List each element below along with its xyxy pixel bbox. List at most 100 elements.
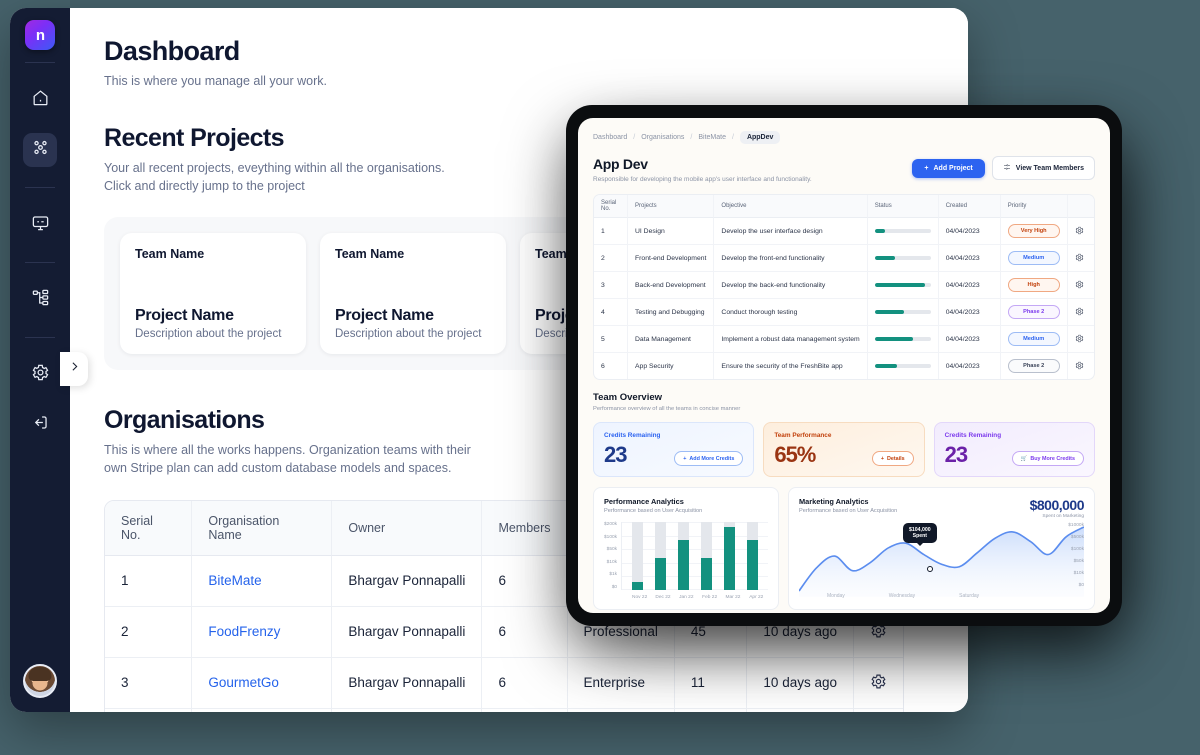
add-project-button[interactable]: + Add Project bbox=[912, 158, 985, 178]
cell-status bbox=[867, 245, 939, 272]
cell-members: 6 bbox=[482, 657, 568, 709]
column-header[interactable]: Created bbox=[938, 195, 1001, 218]
chart-title: Performance Analytics bbox=[604, 497, 684, 506]
table-row[interactable]: 3 GourmetGo Bhargav Ponnapalli 6 Enterpr… bbox=[105, 657, 903, 709]
breadcrumb-current: AppDev bbox=[739, 131, 781, 144]
cell-status bbox=[867, 326, 939, 353]
row-settings-button[interactable] bbox=[1067, 326, 1094, 353]
breadcrumb-item-organisations[interactable]: Organisations bbox=[641, 134, 684, 141]
row-settings-button[interactable] bbox=[1068, 353, 1094, 379]
column-header[interactable]: Serial No. bbox=[594, 195, 628, 218]
view-team-members-button[interactable]: View Team Members bbox=[991, 156, 1095, 180]
column-header[interactable]: Owner bbox=[332, 500, 483, 556]
column-header[interactable]: Projects bbox=[628, 195, 715, 218]
cell-project: Data Management bbox=[628, 326, 715, 353]
column-header[interactable]: Members bbox=[482, 500, 568, 556]
cell-members: 6 bbox=[482, 708, 568, 712]
column-header[interactable]: Status bbox=[867, 195, 939, 218]
add-more-credits-button[interactable]: + Add More Credits bbox=[674, 451, 744, 466]
app-logo[interactable]: n bbox=[25, 20, 55, 50]
cell-created: 04/04/2023 bbox=[939, 353, 1001, 379]
stat-card-value: 23 bbox=[944, 442, 969, 467]
table-row[interactable]: 2 Front-end Development Develop the front-… bbox=[594, 245, 1094, 272]
project-card[interactable]: Team Name Project Name Description about… bbox=[120, 233, 306, 355]
avatar[interactable] bbox=[23, 664, 57, 698]
cell-objective: Ensure the security of the FreshBite app bbox=[714, 353, 868, 379]
status-progress-track bbox=[874, 364, 931, 368]
column-header[interactable]: Objective bbox=[714, 195, 868, 218]
table-row[interactable]: 5 Data Management Implement a robust data … bbox=[594, 326, 1094, 353]
tooltip-label: Spent bbox=[912, 533, 928, 539]
row-settings-button[interactable] bbox=[853, 658, 903, 709]
billing-icon bbox=[31, 213, 50, 237]
org-link[interactable]: BiteMate bbox=[208, 573, 261, 588]
cell-priority: High bbox=[1000, 272, 1068, 299]
cell-project: Testing and Debugging bbox=[628, 299, 715, 326]
cell-owner: Bhargav Ponnapalli bbox=[332, 708, 483, 712]
logout-icon bbox=[31, 413, 50, 437]
cell-owner: Bhargav Ponnapalli bbox=[332, 657, 483, 709]
table-row[interactable]: 4 Testing and Debugging Conduct thorough t… bbox=[594, 299, 1094, 326]
table-row[interactable]: 3 Back-end Development Develop the back-e… bbox=[594, 272, 1094, 299]
table-row[interactable]: 1 UI Design Develop the user interface des… bbox=[594, 218, 1094, 245]
sidebar-item-workflow[interactable] bbox=[23, 283, 57, 317]
gear-icon bbox=[1075, 226, 1084, 237]
chart-subtitle: Performance based on User Acquisition bbox=[604, 508, 703, 514]
row-settings-button[interactable] bbox=[1067, 272, 1094, 299]
chart-title: Marketing Analytics bbox=[799, 497, 869, 506]
screenshot-stage: n Dashboard This is where you manage all… bbox=[0, 0, 1200, 755]
sidebar-divider bbox=[25, 187, 55, 188]
priority-badge: Phase 2 bbox=[1007, 359, 1060, 373]
row-settings-button[interactable] bbox=[1067, 245, 1094, 272]
y-tick: $10k bbox=[1073, 571, 1084, 576]
row-settings-button[interactable] bbox=[854, 709, 903, 713]
y-tick: $50k bbox=[1073, 559, 1084, 564]
cell-members: 6 bbox=[482, 555, 568, 607]
buy-more-credits-button[interactable]: 🛒 Buy More Credits bbox=[1011, 451, 1084, 466]
table-row[interactable]: 6 App Security Ensure the security of the … bbox=[594, 353, 1094, 379]
sidebar-item-organisations[interactable] bbox=[23, 133, 57, 167]
sidebar-collapse-button[interactable] bbox=[60, 352, 88, 386]
status-progress-fill bbox=[874, 337, 913, 341]
page-title: Dashboard bbox=[104, 36, 240, 66]
cell-serial: 1 bbox=[105, 555, 193, 607]
view-team-members-label: View Team Members bbox=[1015, 164, 1084, 172]
sidebar-item-home[interactable] bbox=[23, 83, 57, 117]
org-link[interactable]: GourmetGo bbox=[208, 675, 279, 690]
area-chart-y-axis: $1000k $500k $100k $50k $10k $0 bbox=[1068, 523, 1084, 588]
sidebar-item-logout[interactable] bbox=[23, 408, 57, 442]
chart-marker-dot[interactable] bbox=[927, 566, 933, 572]
row-settings-button[interactable] bbox=[1067, 218, 1094, 245]
project-card[interactable]: Team Name Project Name Description about… bbox=[320, 233, 506, 355]
cell-objective: Develop the back-end functionality bbox=[714, 272, 868, 299]
stat-card-credits-remaining-2: Credits Remaining 23 🛒 Buy More Credits bbox=[933, 422, 1095, 477]
gear-icon bbox=[1075, 334, 1084, 345]
bar-column bbox=[632, 522, 644, 590]
area-chart-plot: $1000k $500k $100k $50k $10k $0 $104,000… bbox=[798, 521, 1085, 597]
cell-credits: 11 bbox=[674, 657, 748, 709]
recent-projects-subtitle: Your all recent projects, eveything with… bbox=[104, 161, 445, 194]
column-header[interactable]: Organisation Name bbox=[192, 500, 333, 556]
cell-credits: 200 bbox=[675, 708, 748, 712]
members-icon bbox=[1003, 163, 1011, 173]
table-row[interactable]: 4 QuickBite Bhargav Ponnapalli 6 Starter… bbox=[105, 708, 903, 713]
cell-status bbox=[868, 353, 939, 379]
details-button[interactable]: + Details bbox=[871, 451, 914, 466]
row-settings-button[interactable] bbox=[1067, 299, 1094, 326]
tablet-header-actions: + Add Project View Team Members bbox=[912, 156, 1095, 180]
status-progress-track bbox=[874, 229, 931, 233]
breadcrumb-item-bitemate[interactable]: BiteMate bbox=[698, 134, 726, 141]
bar bbox=[632, 581, 644, 590]
stat-card-team-performance: Team Performance 65% + Details bbox=[763, 422, 925, 477]
org-link[interactable]: FoodFrenzy bbox=[208, 624, 280, 639]
cell-status bbox=[867, 218, 939, 245]
gear-icon bbox=[1075, 361, 1084, 372]
bar bbox=[678, 540, 690, 590]
sidebar-item-settings[interactable] bbox=[23, 358, 57, 392]
stat-card-label: Credits Remaining bbox=[604, 432, 661, 439]
column-header[interactable]: Priority bbox=[1000, 195, 1068, 218]
cell-objective: Develop the user interface design bbox=[714, 218, 868, 245]
breadcrumb-item-dashboard[interactable]: Dashboard bbox=[593, 134, 627, 141]
sidebar-item-billing[interactable] bbox=[23, 208, 57, 242]
column-header[interactable]: Serial No. bbox=[105, 500, 193, 556]
